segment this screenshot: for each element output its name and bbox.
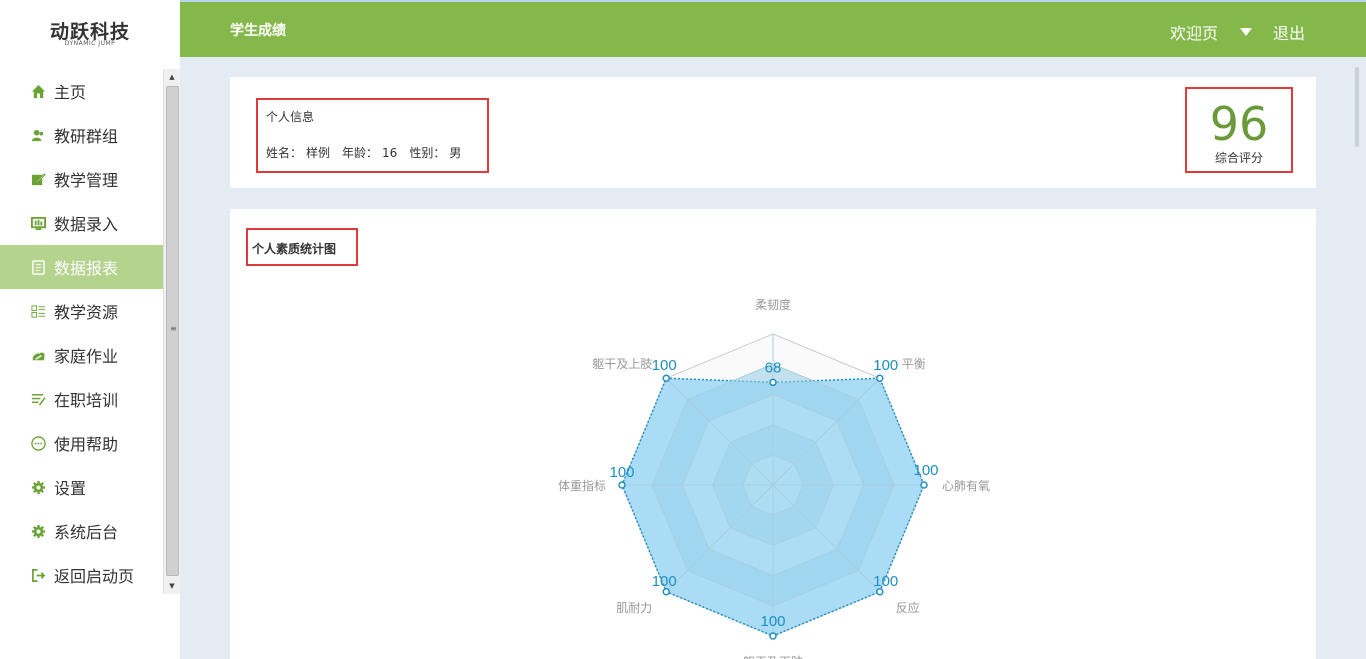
- radar-indicator-label: 心肺有氧: [942, 479, 990, 493]
- sidebar-item-3[interactable]: 数据录入: [0, 201, 163, 245]
- grip-icon: ≡: [170, 324, 177, 333]
- sidebar-item-label: 主页: [54, 83, 87, 102]
- sidebar-item-10[interactable]: 系统后台: [0, 509, 163, 553]
- sidebar-item-label: 在职培训: [54, 391, 119, 410]
- radar-value-label: 100: [652, 573, 677, 590]
- overall-score-box: 96 综合评分: [1185, 87, 1293, 173]
- radar-point: [920, 481, 928, 489]
- sidebar-item-label: 系统后台: [54, 523, 119, 542]
- radar-indicator-label: 反应: [896, 600, 920, 615]
- report-icon: [30, 259, 46, 275]
- radar-indicator-label: 躯干及下肢: [743, 654, 803, 659]
- radar-value-label: 100: [873, 357, 898, 374]
- sidebar-item-4[interactable]: 数据报表: [0, 245, 163, 289]
- name-label: 姓名：: [266, 146, 303, 160]
- gender-label: 性别：: [409, 146, 446, 160]
- gender-value: 男: [449, 146, 462, 160]
- sidebar-item-label: 数据报表: [54, 259, 119, 278]
- gear-icon: [30, 479, 46, 495]
- scroll-down-arrow-icon[interactable]: ▼: [164, 578, 180, 594]
- sidebar-item-11[interactable]: 返回启动页: [0, 553, 163, 597]
- age-label: 年龄：: [342, 146, 379, 160]
- radar-indicator-label: 体重指标: [558, 478, 606, 493]
- sidebar-item-6[interactable]: 家庭作业: [0, 333, 163, 377]
- sidebar-item-1[interactable]: 教研群组: [0, 113, 163, 157]
- cloud-icon: [30, 347, 46, 363]
- logo: 动跃科技 DYNAMIC JUMP: [0, 0, 180, 58]
- dots-icon: [30, 435, 46, 451]
- logout-link[interactable]: 退出: [1273, 20, 1305, 44]
- radar-indicator-label: 柔韧度: [755, 297, 791, 312]
- radar-point: [876, 374, 884, 382]
- radar-point: [769, 378, 777, 387]
- page-scrollbar[interactable]: [1355, 67, 1359, 147]
- sidebar-item-label: 数据录入: [54, 215, 119, 234]
- sidebar: 动跃科技 DYNAMIC JUMP 主页教研群组教学管理数据录入数据报表教学资源…: [0, 0, 180, 659]
- radar-value-label: 100: [609, 464, 634, 481]
- users-icon: [30, 127, 46, 143]
- sidebar-item-8[interactable]: 使用帮助: [0, 421, 163, 465]
- sidebar-item-label: 教研群组: [54, 127, 119, 146]
- score-label: 综合评分: [1214, 151, 1263, 165]
- logo-subtitle: DYNAMIC JUMP: [64, 40, 116, 47]
- lines-icon: [30, 391, 46, 407]
- radar-point: [769, 632, 777, 640]
- list-icon: [30, 303, 46, 319]
- sidebar-item-label: 使用帮助: [54, 435, 119, 454]
- chart-card: 个人素质统计图 68 100 100 100 100 100 100 100 柔韧度 平衡 心肺有氧…: [230, 209, 1316, 659]
- exit-icon: [30, 567, 46, 583]
- scrollbar-thumb[interactable]: ≡: [166, 86, 179, 576]
- radar-indicator-label: 平衡: [902, 357, 926, 371]
- sidebar-item-2[interactable]: 教学管理: [0, 157, 163, 201]
- radar-indicator-label: 肌耐力: [616, 601, 652, 615]
- age-value: 16: [382, 146, 398, 160]
- edit-icon: [30, 171, 46, 187]
- personal-info-card: 个人信息 姓名： 样例 年龄： 16 性别：男 96 综合评分: [230, 77, 1316, 188]
- gear-icon: [30, 523, 46, 539]
- monitor-icon: [30, 215, 46, 231]
- scroll-up-arrow-icon[interactable]: ▲: [164, 69, 180, 85]
- radar-point: [618, 481, 626, 489]
- info-title: 个人信息: [266, 110, 315, 124]
- sidebar-scrollbar[interactable]: ▲ ≡ ▼: [163, 69, 180, 594]
- welcome-link[interactable]: 欢迎页: [1170, 20, 1218, 44]
- radar-value-label: 100: [913, 462, 938, 479]
- sidebar-item-label: 返回启动页: [54, 567, 135, 586]
- page-title: 学生成绩: [230, 23, 286, 39]
- sidebar-item-label: 设置: [54, 479, 87, 498]
- radar-chart: 68 100 100 100 100 100 100 100 柔韧度平衡心肺有氧反应躯干及下肢 肌…: [558, 297, 990, 659]
- personal-info-box: 个人信息 姓名： 样例 年龄： 16 性别：男: [256, 98, 489, 173]
- sidebar-item-5[interactable]: 教学资源: [0, 289, 163, 333]
- sidebar-item-0[interactable]: 主页: [0, 69, 163, 113]
- sidebar-item-7[interactable]: 在职培训: [0, 377, 163, 421]
- radar-value-label: 100: [652, 357, 677, 374]
- sidebar-item-9[interactable]: 设置: [0, 465, 163, 509]
- sidebar-item-label: 教学管理: [54, 171, 119, 190]
- name-value: 样例: [306, 146, 331, 160]
- score-value: 96: [1209, 97, 1269, 151]
- radar-point: [662, 374, 670, 382]
- sidebar-menu: 主页教研群组教学管理数据录入数据报表教学资源家庭作业在职培训使用帮助设置系统后台…: [0, 69, 163, 597]
- radar-value-label: 100: [760, 613, 785, 630]
- top-header: 学生成绩 欢迎页 退出: [180, 0, 1366, 57]
- radar-value-label: 68: [765, 359, 782, 376]
- home-icon: [30, 83, 46, 99]
- caret-down-icon[interactable]: [1240, 28, 1252, 36]
- radar-indicator-label: 躯干及上肢: [592, 356, 652, 371]
- sidebar-item-label: 家庭作业: [54, 347, 119, 366]
- sidebar-item-label: 教学资源: [54, 303, 119, 322]
- radar-value-label: 100: [873, 573, 898, 590]
- info-detail: 姓名： 样例 年龄： 16 性别：男: [266, 144, 465, 161]
